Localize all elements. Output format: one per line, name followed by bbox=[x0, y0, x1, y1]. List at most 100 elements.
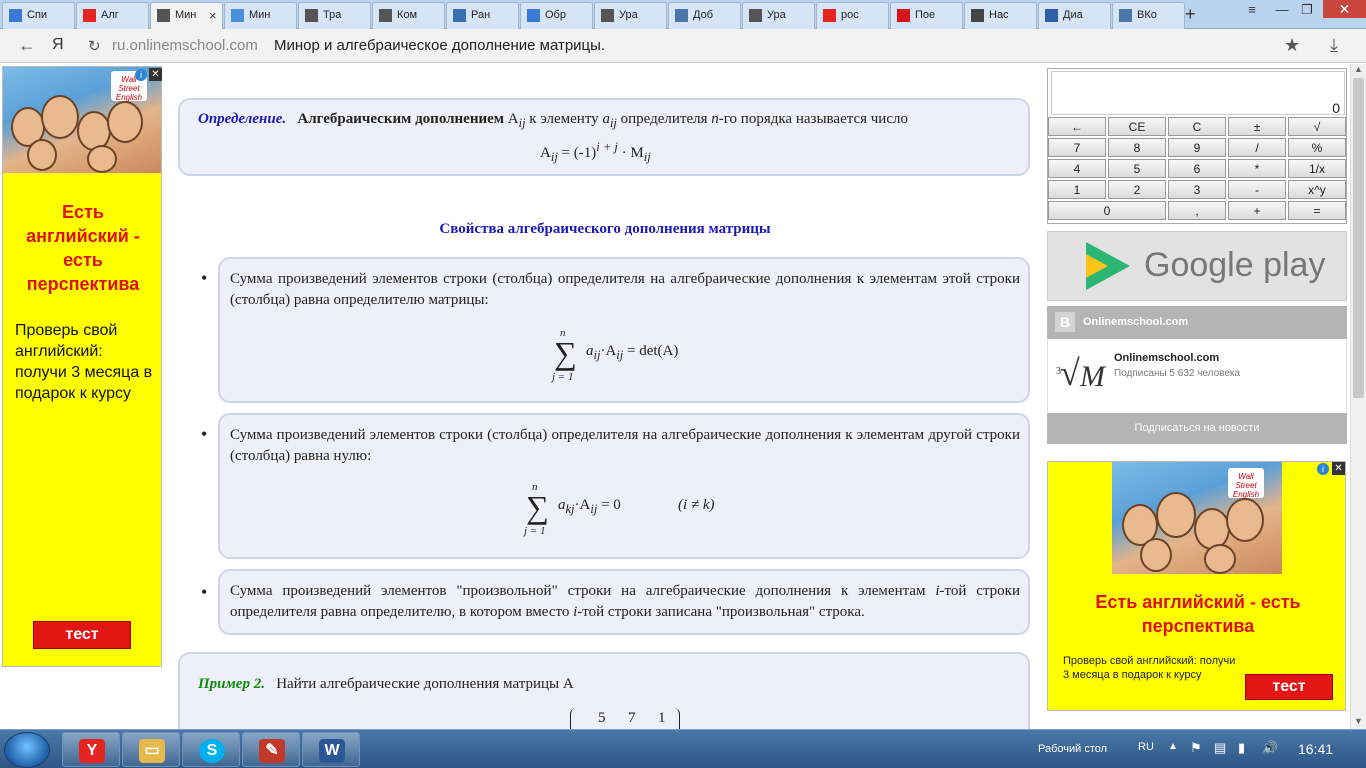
calc-key[interactable]: 8 bbox=[1108, 138, 1166, 157]
calc-key[interactable]: 6 bbox=[1168, 159, 1226, 178]
ad-close-icon[interactable]: ✕ bbox=[149, 68, 162, 81]
calc-key[interactable]: 4 bbox=[1048, 159, 1106, 178]
browser-tab[interactable]: ВКо bbox=[1112, 2, 1185, 29]
calc-key[interactable]: 3 bbox=[1168, 180, 1226, 199]
browser-tab[interactable]: Диа bbox=[1038, 2, 1111, 29]
doc-icon bbox=[9, 9, 22, 22]
ad-close-icon[interactable]: ✕ bbox=[1332, 462, 1345, 475]
new-tab-button[interactable]: + bbox=[1185, 4, 1196, 25]
vk-widget-body: 3 √ M Onlinemschool.com Подписаны 5 632 … bbox=[1047, 340, 1347, 412]
calc-key[interactable]: 1 bbox=[1048, 180, 1106, 199]
calc-key[interactable]: / bbox=[1228, 138, 1286, 157]
browser-tab[interactable]: Ком bbox=[372, 2, 445, 29]
tray-volume-icon[interactable]: 🔊 bbox=[1262, 740, 1278, 756]
tray-signal-icon[interactable]: ▮ bbox=[1238, 740, 1245, 756]
ad-test-button[interactable]: тест bbox=[1245, 674, 1333, 700]
browser-tab[interactable]: Доб bbox=[668, 2, 741, 29]
ad-body: Проверь свой английский: получи 3 месяца… bbox=[15, 322, 153, 402]
restore-icon[interactable]: ❐ bbox=[1295, 2, 1319, 18]
url-text[interactable]: ru.onlinemschool.com bbox=[112, 37, 258, 54]
tray-network-icon[interactable]: ▤ bbox=[1214, 740, 1226, 756]
calc-key[interactable]: + bbox=[1228, 201, 1286, 220]
download-icon[interactable]: ⤓ bbox=[1330, 35, 1338, 56]
scroll-down-icon[interactable]: ▼ bbox=[1354, 716, 1363, 726]
group-avatar[interactable]: 3 √ M bbox=[1054, 346, 1106, 402]
browser-tab[interactable]: Ура bbox=[742, 2, 815, 29]
browser-tab[interactable]: Алг bbox=[76, 2, 149, 29]
ad-info-icon[interactable]: i bbox=[1317, 463, 1329, 475]
calc-key[interactable]: - bbox=[1228, 180, 1286, 199]
calc-key[interactable]: C bbox=[1168, 117, 1226, 136]
taskbar-skype[interactable]: S bbox=[182, 732, 240, 767]
taskbar-explorer[interactable]: ▭ bbox=[122, 732, 180, 767]
wall-street-english-logo: Wall Street English bbox=[1228, 468, 1264, 499]
scroll-up-icon[interactable]: ▲ bbox=[1354, 64, 1363, 74]
calc-key[interactable]: 5 bbox=[1108, 159, 1166, 178]
calc-key[interactable]: CE bbox=[1108, 117, 1166, 136]
start-button[interactable] bbox=[4, 732, 50, 768]
close-window-button[interactable]: ✕ bbox=[1323, 0, 1366, 18]
desktop-label[interactable]: Рабочий стол bbox=[1038, 743, 1107, 755]
properties-title: Свойства алгебраического дополнения матр… bbox=[439, 221, 771, 237]
taskbar-paint[interactable]: ✎ bbox=[242, 732, 300, 767]
property-1-text: Сумма произведений элементов строки (сто… bbox=[230, 271, 1020, 308]
root-icon bbox=[157, 9, 170, 22]
scrollbar-thumb[interactable] bbox=[1353, 78, 1364, 398]
browser-tab[interactable]: Ура bbox=[594, 2, 667, 29]
vk-widget-header[interactable]: B Onlinemschool.com bbox=[1047, 306, 1347, 339]
browser-tab[interactable]: Нас bbox=[964, 2, 1037, 29]
bookmark-star-icon[interactable]: ★ bbox=[1284, 35, 1300, 56]
calc-key[interactable]: 9 bbox=[1168, 138, 1226, 157]
tray-flag-icon[interactable]: ⚑ bbox=[1190, 740, 1202, 756]
calculator-display[interactable]: 0 bbox=[1051, 71, 1345, 116]
browser-tab[interactable]: Спи bbox=[2, 2, 75, 29]
tab-label: Алг bbox=[101, 9, 119, 21]
yandex-logo-icon[interactable]: Я bbox=[52, 36, 64, 54]
taskbar-yandex-browser[interactable]: Y bbox=[62, 732, 120, 767]
calc-key[interactable]: x^y bbox=[1288, 180, 1346, 199]
google-play-banner[interactable]: Google play bbox=[1047, 231, 1347, 301]
browser-tab[interactable]: Ран bbox=[446, 2, 519, 29]
calc-key[interactable]: * bbox=[1228, 159, 1286, 178]
close-tab-icon[interactable]: × bbox=[209, 8, 217, 23]
calc-key[interactable]: 0 bbox=[1048, 201, 1166, 220]
browser-tab[interactable]: Мин × bbox=[150, 2, 223, 29]
calc-key[interactable]: √ bbox=[1288, 117, 1346, 136]
browser-tab[interactable]: Мин bbox=[224, 2, 297, 29]
browser-tab-bar: Спи Алг Мин × Мин Тра Ком Ран Обр Ура Доб Ура рос Пое… bbox=[0, 0, 1366, 29]
calc-key[interactable]: ← bbox=[1048, 117, 1106, 136]
calc-key[interactable]: 2 bbox=[1108, 180, 1166, 199]
tray-arrow-icon[interactable]: ▲ bbox=[1168, 741, 1178, 752]
clock[interactable]: 16:41 bbox=[1298, 741, 1333, 757]
calc-key[interactable]: = bbox=[1288, 201, 1346, 220]
language-indicator[interactable]: RU bbox=[1138, 741, 1154, 753]
browser-tab[interactable]: Обр bbox=[520, 2, 593, 29]
taskbar-word[interactable]: W bbox=[302, 732, 360, 767]
root-icon bbox=[305, 9, 318, 22]
minimize-icon[interactable]: — bbox=[1270, 2, 1294, 18]
tab-label: Ура bbox=[619, 9, 638, 21]
right-ad-banner[interactable]: Wall Street English i ✕ Есть английский - … bbox=[1047, 461, 1346, 711]
browser-tab[interactable]: рос bbox=[816, 2, 889, 29]
browser-tab[interactable]: Тра bbox=[298, 2, 371, 29]
bullet-icon: • bbox=[201, 582, 208, 602]
main-content: Определение. Алгебраическим дополнением … bbox=[165, 64, 1045, 729]
ad-test-button[interactable]: тест bbox=[33, 621, 131, 649]
group-name[interactable]: Onlinemschool.com bbox=[1114, 352, 1219, 364]
calc-key[interactable]: 1/x bbox=[1288, 159, 1346, 178]
left-ad-banner[interactable]: Wall Street English i ✕ Есть английский - … bbox=[2, 66, 162, 667]
bullet-icon: • bbox=[201, 268, 208, 288]
calc-key[interactable]: 7 bbox=[1048, 138, 1106, 157]
refresh-icon[interactable]: ↻ bbox=[88, 37, 101, 55]
browser-tab[interactable]: Пое bbox=[890, 2, 963, 29]
page-scrollbar[interactable]: ▲ ▼ bbox=[1350, 64, 1366, 729]
calculator: 0 ← CE C ± √ 7 8 9/% 4 5 6 * 1/x 1 2 3- x^y 0, + = bbox=[1047, 68, 1347, 224]
tab-list-icon[interactable]: ≡ bbox=[1240, 2, 1264, 18]
calc-key[interactable]: % bbox=[1288, 138, 1346, 157]
tab-label: Доб bbox=[693, 9, 713, 21]
calc-key[interactable]: , bbox=[1168, 201, 1226, 220]
calc-key[interactable]: ± bbox=[1228, 117, 1286, 136]
subscribe-button[interactable]: Подписаться на новости bbox=[1047, 413, 1347, 444]
back-arrow-icon[interactable]: ← bbox=[18, 35, 36, 56]
ad-info-icon[interactable]: i bbox=[135, 69, 147, 81]
